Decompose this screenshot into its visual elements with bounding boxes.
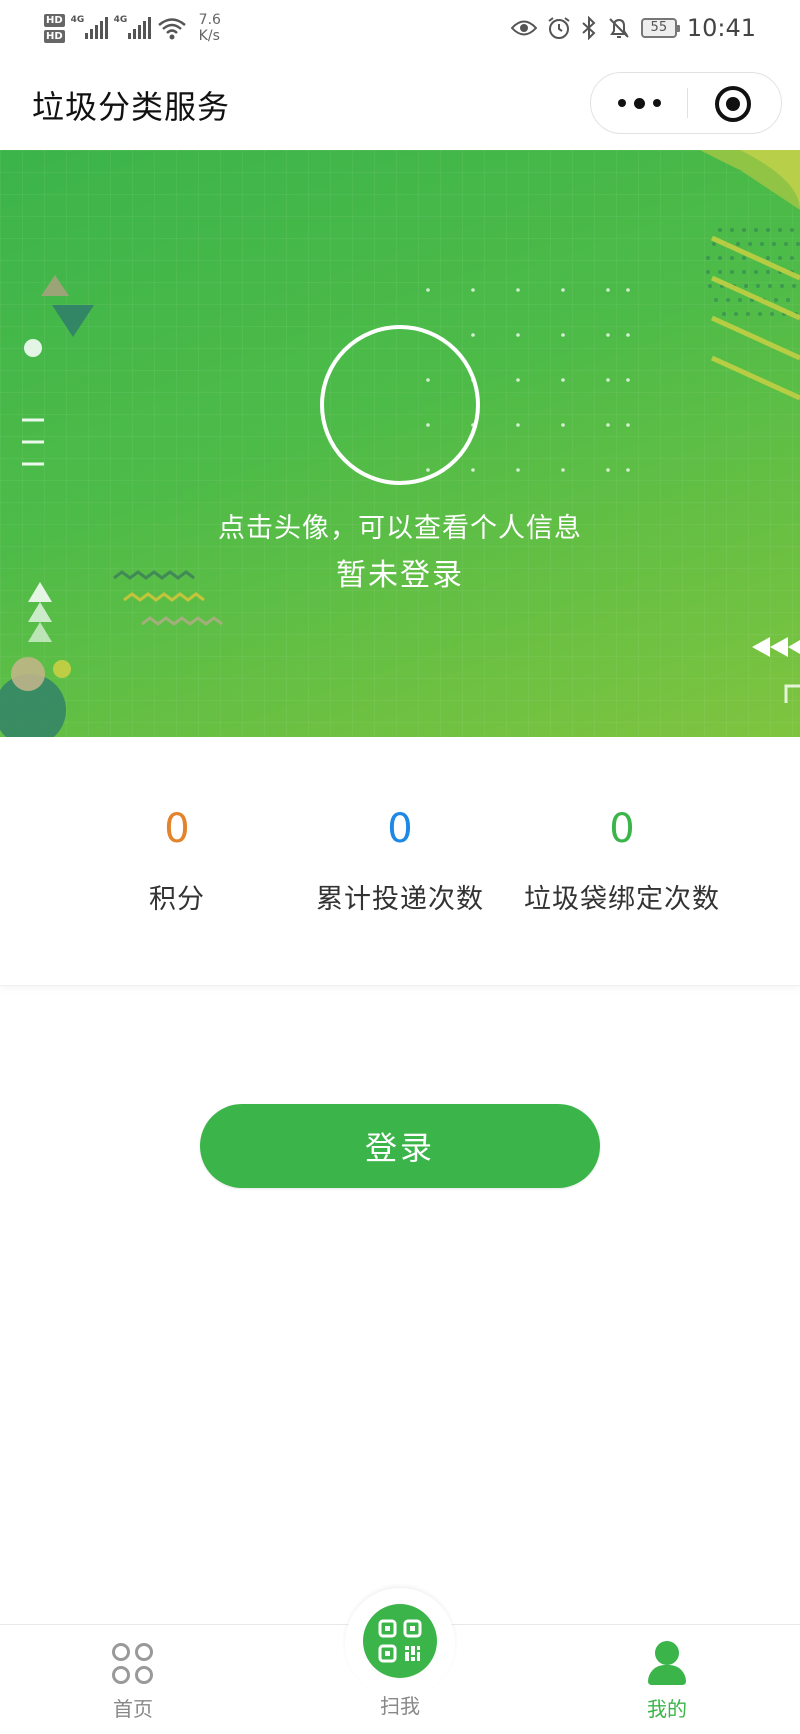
capsule-divider <box>687 88 688 118</box>
network-1-label: 4G <box>70 15 85 25</box>
nav-header: 垃圾分类服务 <box>0 56 800 150</box>
speed-unit: K/s <box>198 28 220 44</box>
login-status-text: 暂未登录 <box>336 558 464 593</box>
deliveries-value: 0 <box>387 806 413 852</box>
dot-icon <box>633 97 645 109</box>
stat-bag-bindings: 0 垃圾袋绑定次数 <box>502 805 742 916</box>
tab-home[interactable]: 首页 <box>53 1641 213 1722</box>
tab-scan-label: 扫我 <box>380 1694 420 1718</box>
bluetooth-icon <box>582 16 596 40</box>
user-icon <box>645 1641 689 1687</box>
points-label: 积分 <box>149 884 205 915</box>
user-stats: 0 积分 0 累计投递次数 0 垃圾袋绑定次数 <box>0 737 800 986</box>
network-speed: 7.6 K/s <box>199 12 221 44</box>
dot-icon <box>617 99 626 107</box>
miniapp-capsule <box>590 72 782 134</box>
hd2-badge: HD <box>44 29 65 43</box>
status-bar: HD HD 4G 4G 7.6 K/s 55 10:41 <box>0 0 800 56</box>
tab-mine[interactable]: 我的 <box>587 1641 747 1722</box>
page-title: 垃圾分类服务 <box>32 88 231 126</box>
qr-code-icon <box>378 1619 422 1663</box>
network-2-label: 4G <box>113 15 128 25</box>
hd-indicators: HD HD <box>44 13 65 43</box>
mute-bell-icon <box>609 18 629 38</box>
dot-icon <box>652 99 661 107</box>
tab-mine-label: 我的 <box>647 1697 687 1721</box>
status-bar-right: 55 10:41 <box>510 10 756 46</box>
battery-icon: 55 <box>640 18 680 38</box>
more-button[interactable] <box>591 73 687 133</box>
alarm-icon <box>548 17 570 39</box>
stat-deliveries: 0 累计投递次数 <box>280 805 520 916</box>
login-button[interactable]: 登录 <box>200 1104 600 1188</box>
deliveries-label: 累计投递次数 <box>316 884 484 915</box>
wifi-icon <box>157 18 186 40</box>
scan-button[interactable] <box>363 1604 437 1678</box>
tab-home-label: 首页 <box>113 1697 153 1721</box>
profile-banner: 点击头像，可以查看个人信息 暂未登录 <box>0 150 800 737</box>
status-time: 10:41 <box>686 14 756 42</box>
avatar-button[interactable] <box>320 325 480 485</box>
eye-icon <box>510 20 537 36</box>
signal-2-icon: 4G <box>113 15 151 39</box>
stat-points: 0 积分 <box>57 805 297 916</box>
avatar-hint-text: 点击头像，可以查看个人信息 <box>218 513 582 544</box>
bag-bindings-label: 垃圾袋绑定次数 <box>524 884 720 915</box>
signal-1-icon: 4G <box>70 15 108 39</box>
bag-bindings-value: 0 <box>609 806 635 852</box>
close-miniapp-button[interactable] <box>715 86 751 122</box>
points-value: 0 <box>164 806 190 852</box>
hd1-badge: HD <box>44 13 65 27</box>
speed-value: 7.6 <box>198 12 221 28</box>
status-bar-left: HD HD 4G 4G 7.6 K/s <box>44 8 221 48</box>
home-grid-icon <box>110 1641 156 1687</box>
